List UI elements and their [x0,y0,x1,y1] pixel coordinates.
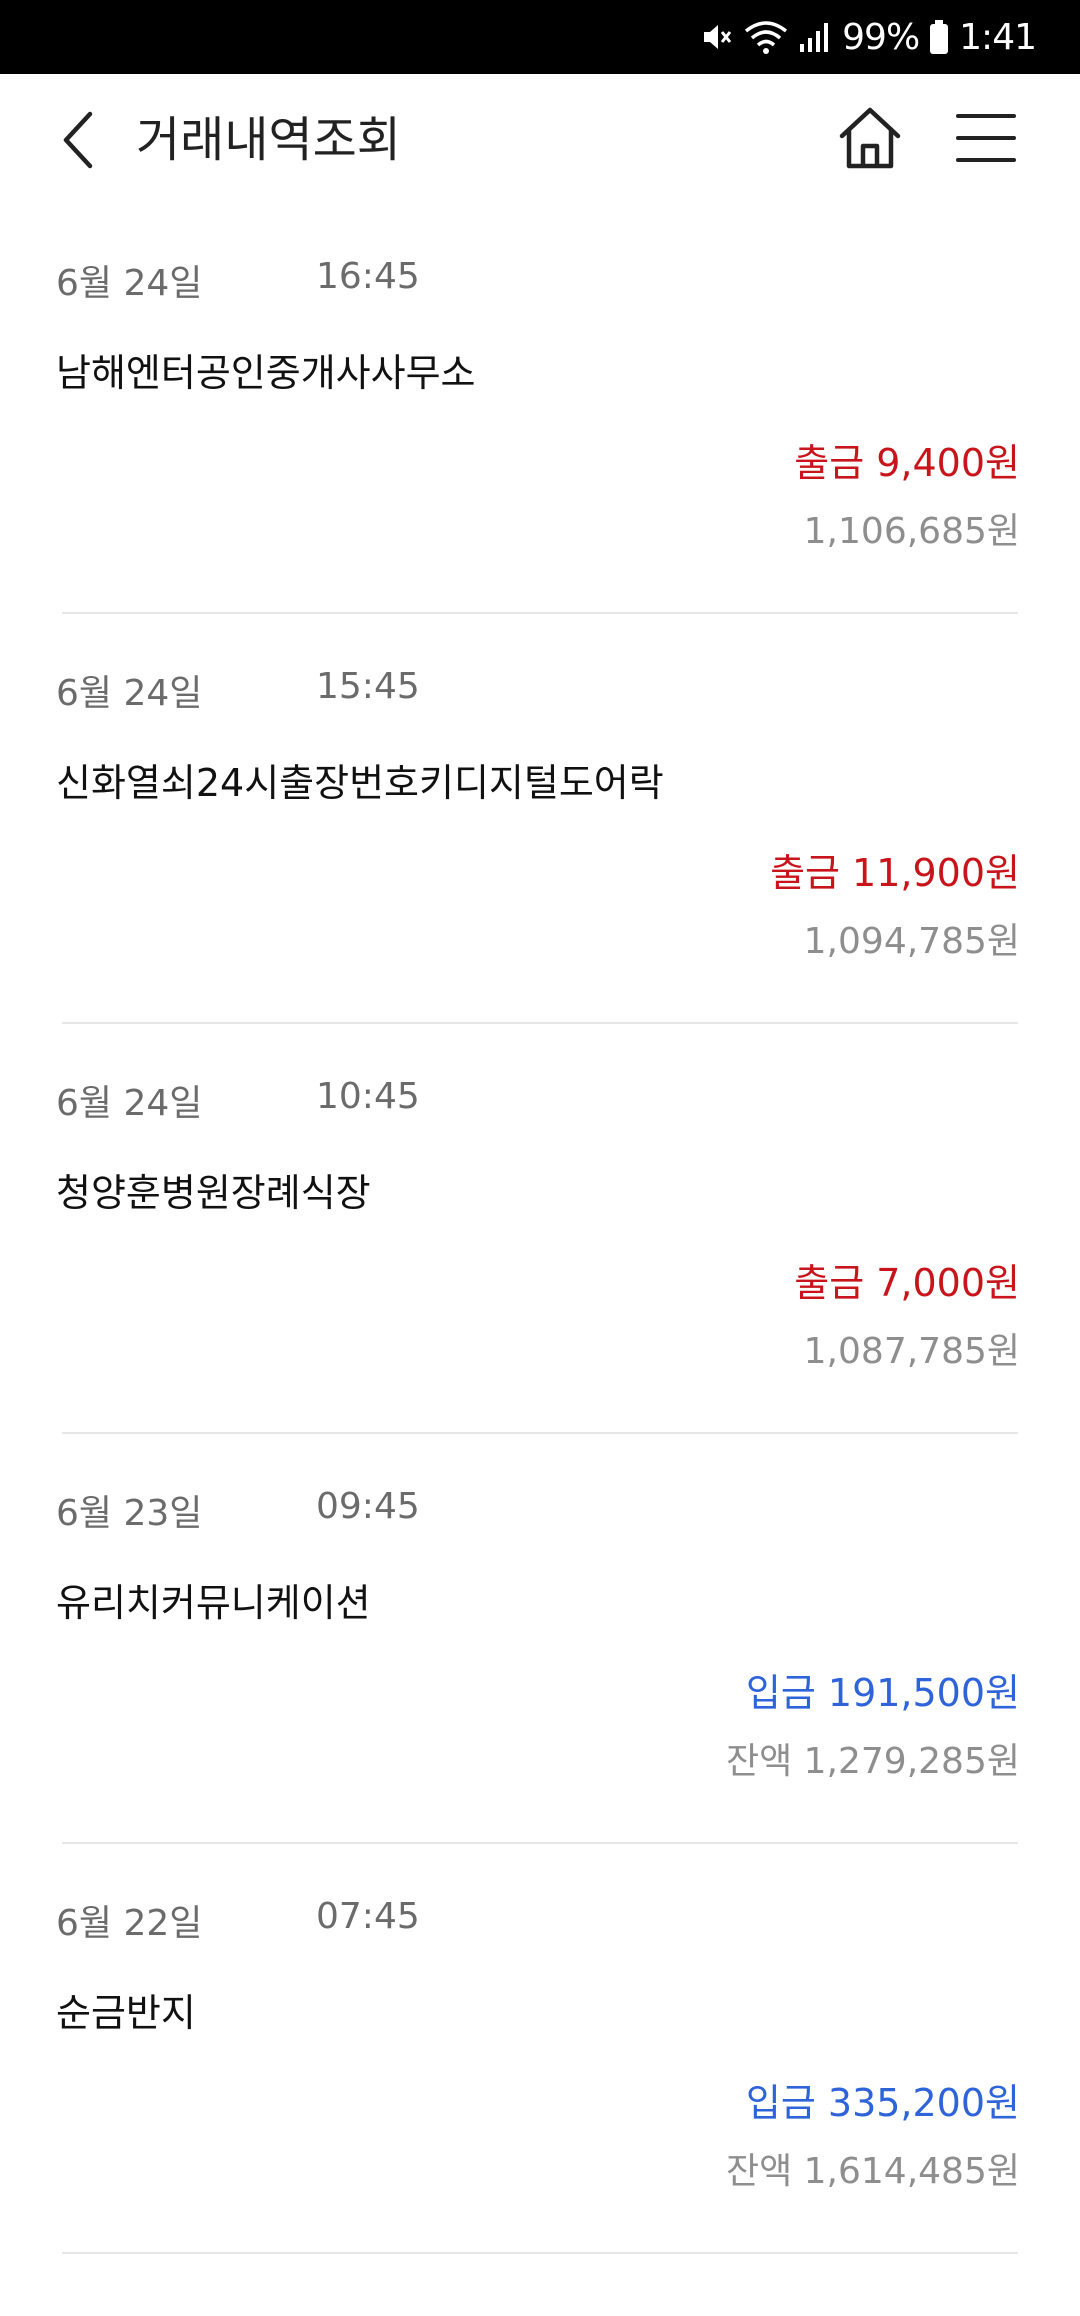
mute-icon [700,20,734,54]
clock: 1:41 [959,16,1037,58]
transaction-merchant: 신화열쇠24시출장번호키디지털도어락 [56,761,664,805]
transaction-balance: 잔액 1,614,485원 [725,2151,1020,2192]
transaction-amount: 출금 7,000원 [794,1261,1020,1305]
transaction-row[interactable]: 6월 24일 15:45 신화열쇠24시출장번호키디지털도어락 출금 11,90… [0,614,1080,1024]
transaction-amount: 출금 11,900원 [770,851,1020,895]
transaction-merchant: 청양훈병원장례식장 [56,1171,371,1215]
menu-button[interactable] [954,108,1018,168]
back-button[interactable] [56,106,112,174]
transaction-row[interactable]: 6월 24일 10:45 청양훈병원장례식장 출금 7,000원 1,087,7… [0,1024,1080,1434]
battery-percent: 99% [842,16,920,58]
transaction-balance: 잔액 1,279,285원 [725,1741,1020,1782]
back-icon [63,111,93,169]
transaction-date: 6월 23일 [56,1493,203,1534]
transaction-list: 6월 24일 16:45 남해엔터공인중개사사무소 출금 9,400원 1,10… [0,204,1080,2254]
wifi-icon [744,19,788,55]
transaction-date: 6월 24일 [56,673,203,714]
transaction-time: 15:45 [316,666,420,707]
signal-icon [798,20,832,54]
transaction-balance: 1,094,785원 [803,921,1020,962]
battery-icon [929,19,949,55]
transaction-row[interactable]: 6월 24일 16:45 남해엔터공인중개사사무소 출금 9,400원 1,10… [0,204,1080,614]
app-bar: 거래내역조회 [0,74,1080,204]
transaction-date: 6월 24일 [56,1083,203,1124]
page-title: 거래내역조회 [136,112,401,168]
transaction-row[interactable]: 6월 22일 07:45 순금반지 입금 335,200원 잔액 1,614,4… [0,1844,1080,2254]
transaction-amount: 입금 191,500원 [745,1671,1020,1715]
transaction-time: 09:45 [316,1486,420,1527]
divider [62,2252,1018,2254]
transaction-row[interactable]: 6월 23일 09:45 유리치커뮤니케이션 입금 191,500원 잔액 1,… [0,1434,1080,1844]
transaction-merchant: 유리치커뮤니케이션 [56,1581,371,1625]
transaction-merchant: 남해엔터공인중개사사무소 [56,351,476,395]
transaction-balance: 1,106,685원 [803,511,1020,552]
transaction-amount: 출금 9,400원 [794,441,1020,485]
transaction-time: 16:45 [316,256,420,297]
transaction-merchant: 순금반지 [56,1991,196,2035]
transaction-balance: 1,087,785원 [803,1331,1020,1372]
status-bar: 99% 1:41 [0,0,1080,74]
home-icon [839,107,901,169]
menu-icon [956,114,1016,162]
home-button[interactable] [836,104,904,172]
transaction-date: 6월 22일 [56,1903,203,1944]
transaction-time: 07:45 [316,1896,420,1937]
transaction-amount: 입금 335,200원 [745,2081,1020,2125]
transaction-time: 10:45 [316,1076,420,1117]
status-icons: 99% 1:41 [700,0,1037,74]
transaction-date: 6월 24일 [56,263,203,304]
